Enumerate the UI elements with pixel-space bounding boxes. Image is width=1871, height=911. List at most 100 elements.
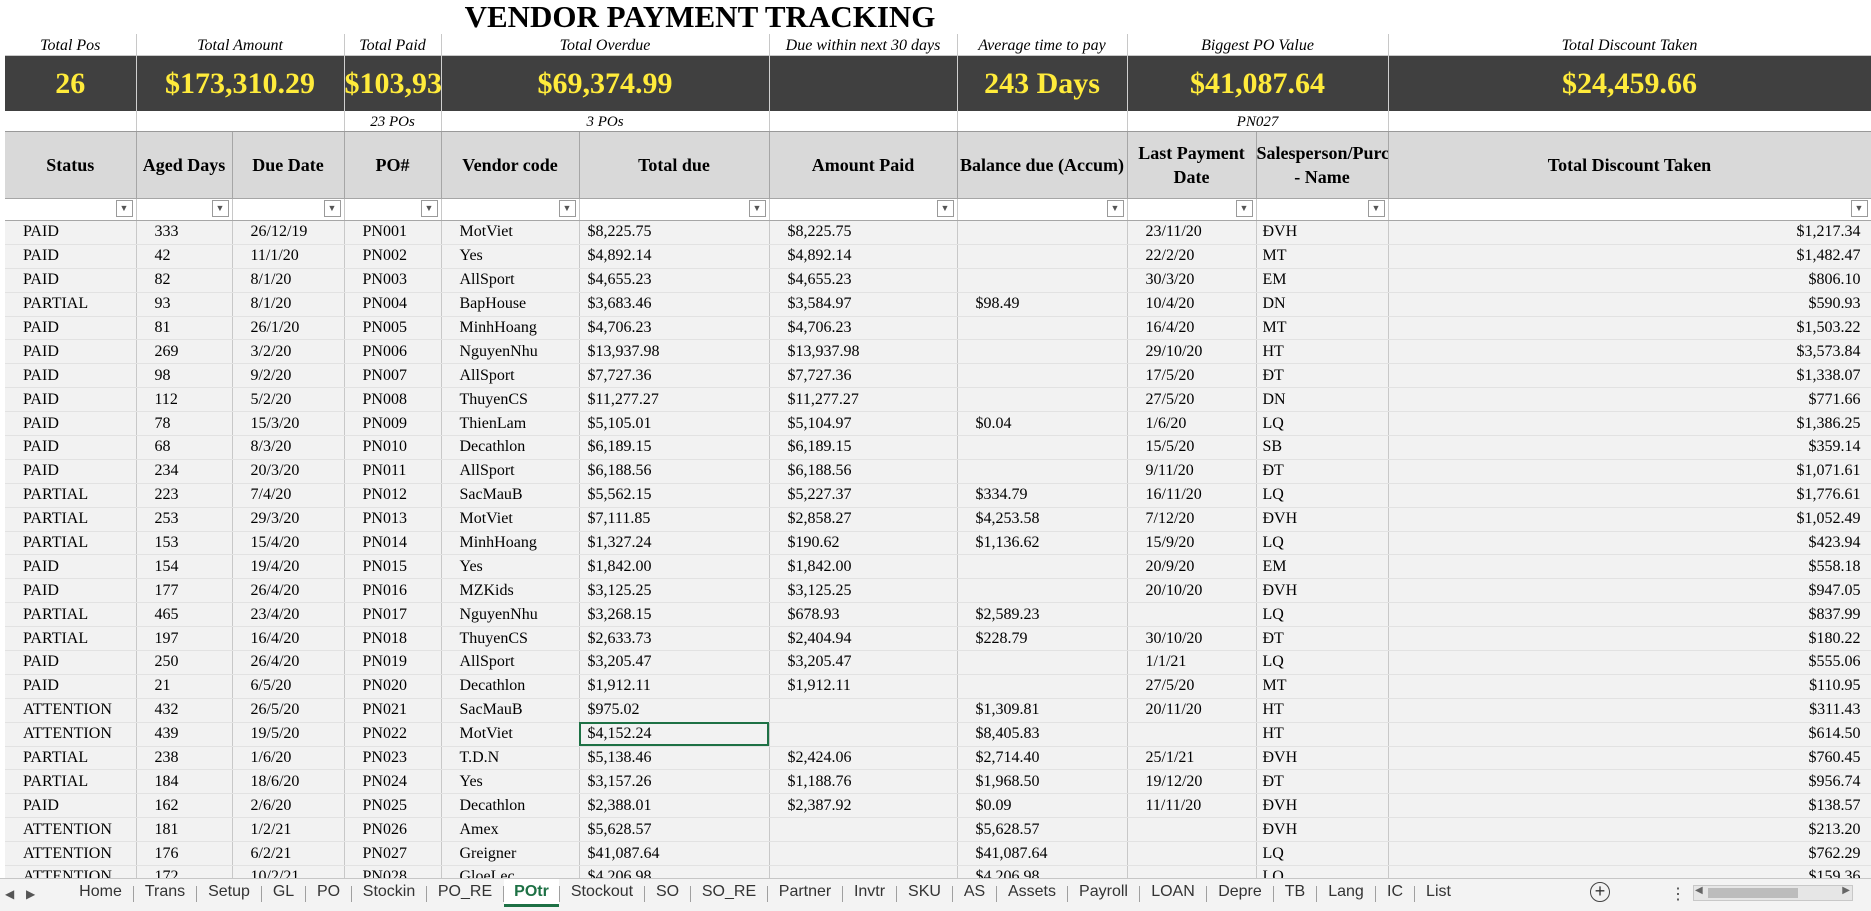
table-cell[interactable]: $3,157.26 [579,769,770,795]
table-cell[interactable]: 26/12/19 [232,220,345,245]
table-cell[interactable]: PAID [5,435,137,460]
table-cell[interactable]: 9/2/20 [232,363,345,389]
table-cell[interactable]: $213.20 [1388,817,1871,843]
table-cell[interactable]: Amex [441,817,580,843]
table-cell[interactable]: LQ [1256,411,1389,437]
table-cell[interactable]: $1,327.24 [579,531,770,556]
column-header[interactable]: Total due [579,131,770,199]
kpi-subtext[interactable] [769,111,958,132]
table-cell[interactable]: EM [1256,268,1389,293]
table-cell[interactable]: $837.99 [1388,602,1871,628]
table-cell[interactable]: $7,727.36 [579,363,770,389]
table-cell[interactable]: $806.10 [1388,268,1871,293]
sheet-tab[interactable]: Assets [997,879,1067,907]
table-cell[interactable]: PARTIAL [5,292,137,317]
table-cell[interactable]: $5,138.46 [579,746,770,771]
table-cell[interactable]: $228.79 [957,626,1128,652]
table-cell[interactable]: 19/12/20 [1127,769,1257,795]
table-cell[interactable]: $4,206.98 [957,865,1128,878]
table-cell[interactable]: 16/4/20 [232,626,345,652]
table-cell[interactable]: PAID [5,363,137,389]
table-cell[interactable]: $678.93 [769,602,958,628]
table-cell[interactable]: $975.02 [579,698,770,723]
table-cell[interactable]: $180.22 [1388,626,1871,652]
kpi-subtext[interactable]: 23 POs [344,111,442,132]
table-cell[interactable]: 234 [136,459,233,484]
table-cell[interactable]: HT [1256,698,1389,723]
table-cell[interactable]: 26/5/20 [232,698,345,723]
scroll-tabs-right-icon[interactable]: ▶ [26,887,35,901]
filter-dropdown-icon[interactable]: ▼ [1367,200,1385,217]
table-cell[interactable]: PN020 [344,674,442,699]
column-header[interactable]: PO# [344,131,442,199]
table-cell[interactable]: 172 [136,865,233,878]
table-cell[interactable]: $4,152.24 [579,722,770,747]
table-cell[interactable]: $5,628.57 [957,817,1128,843]
sheet-tab[interactable]: Invtr [843,879,896,907]
table-cell[interactable]: $5,628.57 [579,817,770,843]
table-cell[interactable]: ĐVH [1256,746,1389,771]
kpi-label[interactable]: Total Discount Taken [1388,34,1871,56]
table-cell[interactable]: $3,125.25 [579,578,770,604]
table-cell[interactable]: DN [1256,387,1389,413]
kpi-label[interactable]: Total Pos [5,34,137,56]
table-cell[interactable]: PN014 [344,531,442,556]
table-cell[interactable]: PN001 [344,220,442,245]
horizontal-scrollbar[interactable]: ◀ ▶ [1693,885,1853,901]
table-cell[interactable] [769,865,958,878]
table-cell[interactable]: AllSport [441,363,580,389]
table-cell[interactable]: 11/11/20 [1127,793,1257,819]
filter-dropdown-icon[interactable]: ▼ [748,200,766,217]
table-cell[interactable]: $0.09 [957,793,1128,819]
kpi-label[interactable]: Biggest PO Value [1127,34,1389,56]
sheet-tab[interactable]: Stockout [560,879,644,907]
table-cell[interactable]: PAID [5,793,137,819]
table-cell[interactable]: LQ [1256,483,1389,508]
table-cell[interactable]: 26/1/20 [232,316,345,341]
table-cell[interactable]: DN [1256,292,1389,317]
table-cell[interactable]: PAID [5,268,137,293]
sheet-tab[interactable]: SO [645,879,690,907]
table-cell[interactable]: 7/12/20 [1127,507,1257,532]
sheet-tab[interactable]: Partner [768,879,842,907]
table-cell[interactable]: 22/2/20 [1127,244,1257,269]
kpi-value[interactable]: 26 [5,55,137,111]
table-cell[interactable]: $6,189.15 [769,435,958,460]
table-cell[interactable]: ATTENTION [5,817,137,843]
table-cell[interactable]: PN026 [344,817,442,843]
table-cell[interactable]: 1/1/21 [1127,650,1257,675]
column-header[interactable]: Salesperson/Purchaser - Name [1256,131,1389,199]
table-cell[interactable]: MT [1256,674,1389,699]
table-cell[interactable]: $13,937.98 [579,339,770,365]
table-cell[interactable]: PN016 [344,578,442,604]
table-cell[interactable]: 21 [136,674,233,699]
filter-dropdown-icon[interactable]: ▼ [1106,200,1124,217]
table-cell[interactable]: 8/1/20 [232,292,345,317]
table-cell[interactable]: 176 [136,841,233,867]
table-cell[interactable]: 432 [136,698,233,723]
table-cell[interactable]: 8/3/20 [232,435,345,460]
table-cell[interactable]: 238 [136,746,233,771]
kpi-value[interactable] [769,55,958,111]
filter-dropdown-icon[interactable]: ▼ [1235,200,1253,217]
sheet-tab[interactable]: Setup [197,879,261,907]
table-cell[interactable]: ThuyenCS [441,387,580,413]
column-header[interactable]: Balance due (Accum) [957,131,1128,199]
table-cell[interactable]: $1,842.00 [579,554,770,580]
table-cell[interactable]: $98.49 [957,292,1128,317]
kpi-label[interactable]: Due within next 30 days [769,34,958,56]
table-cell[interactable] [1127,865,1257,878]
table-cell[interactable]: 20/11/20 [1127,698,1257,723]
table-cell[interactable]: PN006 [344,339,442,365]
table-cell[interactable]: PN008 [344,387,442,413]
sheet-tab[interactable]: SO_RE [691,879,767,907]
table-cell[interactable]: MotViet [441,722,580,747]
table-cell[interactable]: 27/5/20 [1127,387,1257,413]
table-cell[interactable]: PN003 [344,268,442,293]
table-cell[interactable]: 26/4/20 [232,578,345,604]
table-cell[interactable]: $1,071.61 [1388,459,1871,484]
table-cell[interactable]: $6,188.56 [579,459,770,484]
table-cell[interactable]: ĐVH [1256,507,1389,532]
sheet-tab[interactable]: List [1415,879,1462,907]
table-cell[interactable]: GloeLec [441,865,580,878]
